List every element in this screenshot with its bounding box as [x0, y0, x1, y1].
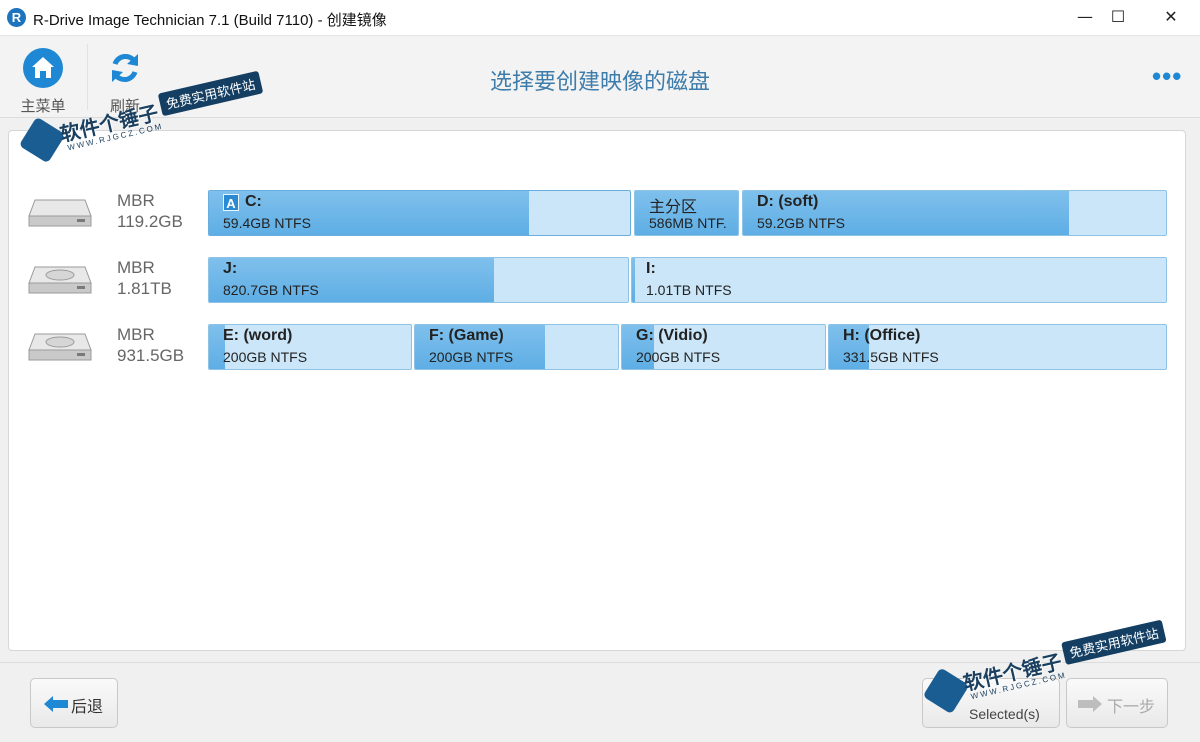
partition-name: 主分区: [649, 199, 698, 216]
toolbar-divider: [87, 44, 88, 110]
partition-g[interactable]: G: (Vidio) 200GB NTFS: [621, 324, 826, 370]
next-button[interactable]: 下一步: [1066, 678, 1168, 728]
hard-disk-icon: [28, 199, 92, 227]
selected-label: Selected(s): [969, 706, 1040, 722]
partition-h[interactable]: H: (Office) 331.5GB NTFS: [828, 324, 1167, 370]
disk-scheme: MBR: [117, 191, 155, 210]
partition-name: E: (word): [223, 327, 293, 344]
disk-size: 1.81TB: [117, 279, 172, 298]
partition-size: 200GB NTFS: [636, 349, 721, 365]
back-label: 后退: [71, 699, 104, 716]
partition-e[interactable]: E: (word) 200GB NTFS: [208, 324, 412, 370]
arrow-left-icon: [44, 696, 68, 712]
partition-name: D: (soft): [757, 193, 819, 210]
disk-size: 931.5GB: [117, 346, 185, 365]
back-button[interactable]: 后退: [30, 678, 118, 728]
partition-name: C:: [245, 193, 262, 210]
partition-i[interactable]: I: 1.01TB NTFS: [631, 257, 1167, 303]
hard-disk-icon: [28, 333, 92, 361]
partition-primary[interactable]: 主分区 586MB NTF.: [634, 190, 739, 236]
system-drive-icon: A: [223, 194, 239, 211]
arrow-right-icon: [1078, 696, 1102, 712]
app-logo-icon: R: [7, 8, 26, 27]
partition-name: I:: [646, 260, 656, 277]
partition-size: 820.7GB NTFS: [223, 282, 319, 298]
partition-d[interactable]: D: (soft) 59.2GB NTFS: [742, 190, 1167, 236]
partition-name: G: (Vidio): [636, 327, 708, 344]
disk-info: MBR 931.5GB: [117, 324, 184, 366]
partition-name: J:: [223, 260, 238, 277]
partition-size: 200GB NTFS: [223, 349, 308, 365]
partition-size: 331.5GB NTFS: [843, 349, 939, 365]
partition-size: 586MB NTF.: [649, 215, 727, 231]
close-button[interactable]: ✕: [1148, 0, 1194, 36]
disk-info: MBR 1.81TB: [117, 257, 172, 299]
window-title: R-Drive Image Technician 7.1 (Build 7110…: [33, 12, 387, 29]
partition-name: H: (Office): [843, 327, 921, 344]
partition-usage-bar: [632, 258, 635, 302]
disk-size: 119.2GB: [117, 212, 183, 231]
disk-info: MBR 119.2GB: [117, 190, 183, 232]
partition-name: F: (Game): [429, 327, 504, 344]
partition-j[interactable]: J: 820.7GB NTFS: [208, 257, 629, 303]
partition-size: 1.01TB NTFS: [646, 282, 732, 298]
home-icon: [23, 48, 63, 88]
page-title: 选择要创建映像的磁盘: [489, 69, 710, 94]
partition-size: 59.4GB NTFS: [223, 215, 311, 231]
partition-size: 59.2GB NTFS: [757, 215, 845, 231]
next-label: 下一步: [1107, 699, 1156, 716]
partition-f[interactable]: F: (Game) 200GB NTFS: [414, 324, 619, 370]
disk-row[interactable]: MBR 931.5GB E: (word) 200GB NTFS F: (Gam…: [9, 324, 1187, 372]
title-bar: R R-Drive Image Technician 7.1 (Build 71…: [0, 0, 1200, 36]
maximize-button[interactable]: ☐: [1095, 0, 1141, 36]
disk-row[interactable]: MBR 1.81TB J: 820.7GB NTFS I: 1.01TB NTF…: [9, 257, 1187, 305]
disk-scheme: MBR: [117, 258, 155, 277]
partition-size: 200GB NTFS: [429, 349, 514, 365]
refresh-icon: [105, 48, 145, 88]
partition-c[interactable]: A C: 59.4GB NTFS: [208, 190, 631, 236]
main-menu-button[interactable]: 主菜单: [8, 48, 78, 116]
disk-scheme: MBR: [117, 325, 155, 344]
more-options-icon[interactable]: •••: [1152, 63, 1182, 89]
main-menu-label: 主菜单: [20, 98, 66, 115]
disk-list-panel: MBR 119.2GB A C: 59.4GB NTFS 主分区 586MB N…: [8, 130, 1186, 651]
hard-disk-icon: [28, 266, 92, 294]
disk-row[interactable]: MBR 119.2GB A C: 59.4GB NTFS 主分区 586MB N…: [9, 190, 1187, 238]
